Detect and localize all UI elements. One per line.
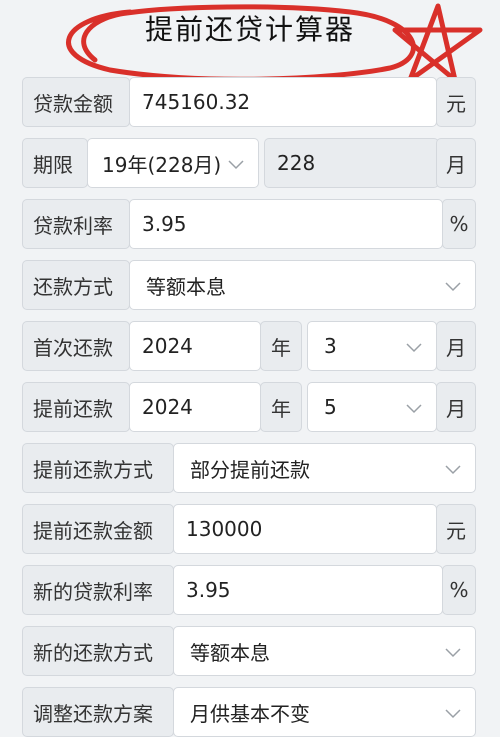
prepay-method-select[interactable]: 部分提前还款 xyxy=(173,443,476,493)
loan-amount-value: 745160.32 xyxy=(142,90,251,114)
new-rate-unit: % xyxy=(442,565,476,615)
repay-method-select[interactable]: 等额本息 xyxy=(129,260,476,310)
first-repay-month-unit: 月 xyxy=(436,321,476,371)
new-rate-input[interactable]: 3.95 xyxy=(173,565,443,615)
loan-amount-unit: 元 xyxy=(436,77,476,127)
prepay-year-value: 2024 xyxy=(142,395,193,419)
loan-amount-input[interactable]: 745160.32 xyxy=(129,77,437,127)
row-prepay-date: 提前还款 2024 年 5 月 xyxy=(22,382,476,432)
chevron-down-icon xyxy=(445,465,461,475)
prepay-amount-label: 提前还款金额 xyxy=(22,504,174,554)
row-adjust-plan: 调整还款方案 月供基本不变 xyxy=(22,687,476,737)
row-new-rate: 新的贷款利率 3.95 % xyxy=(22,565,476,615)
new-method-value: 等额本息 xyxy=(190,640,270,665)
chevron-down-icon xyxy=(406,343,422,353)
new-rate-label: 新的贷款利率 xyxy=(22,565,174,615)
chevron-down-icon xyxy=(228,160,244,170)
chevron-down-icon xyxy=(406,404,422,414)
rate-label: 贷款利率 xyxy=(22,199,130,249)
repay-method-label: 还款方式 xyxy=(22,260,130,310)
new-rate-value: 3.95 xyxy=(186,578,231,602)
rate-value: 3.95 xyxy=(142,212,187,236)
prepay-amount-unit: 元 xyxy=(436,504,476,554)
term-unit: 月 xyxy=(436,138,476,188)
prepay-year-input[interactable]: 2024 xyxy=(129,382,261,432)
prepay-method-value: 部分提前还款 xyxy=(190,457,310,482)
prepay-amount-input[interactable]: 130000 xyxy=(173,504,437,554)
chevron-down-icon xyxy=(445,709,461,719)
loan-amount-label: 贷款金额 xyxy=(22,77,130,127)
term-select-value: 19年(228月) xyxy=(102,152,222,177)
prepay-month-unit: 月 xyxy=(436,382,476,432)
first-repay-month-select[interactable]: 3 xyxy=(307,321,437,371)
row-first-repay: 首次还款 2024 年 3 月 xyxy=(22,321,476,371)
repay-method-value: 等额本息 xyxy=(146,274,226,299)
adjust-plan-value: 月供基本不变 xyxy=(190,701,310,726)
term-label: 期限 xyxy=(22,138,88,188)
chevron-down-icon xyxy=(445,648,461,658)
row-repay-method: 还款方式 等额本息 xyxy=(22,260,476,310)
row-loan-amount: 贷款金额 745160.32 元 xyxy=(22,77,476,127)
new-method-label: 新的还款方式 xyxy=(22,626,174,676)
prepay-amount-value: 130000 xyxy=(186,517,263,541)
adjust-plan-label: 调整还款方案 xyxy=(22,687,174,737)
row-prepay-amount: 提前还款金额 130000 元 xyxy=(22,504,476,554)
first-repay-year-input[interactable]: 2024 xyxy=(129,321,261,371)
row-new-method: 新的还款方式 等额本息 xyxy=(22,626,476,676)
rate-input[interactable]: 3.95 xyxy=(129,199,443,249)
row-rate: 贷款利率 3.95 % xyxy=(22,199,476,249)
rate-unit: % xyxy=(442,199,476,249)
prepay-date-label: 提前还款 xyxy=(22,382,130,432)
prepay-month-value: 5 xyxy=(324,395,337,419)
first-repay-label: 首次还款 xyxy=(22,321,130,371)
prepay-month-select[interactable]: 5 xyxy=(307,382,437,432)
first-repay-year-unit: 年 xyxy=(260,321,302,371)
term-months-value: 228 xyxy=(277,151,316,175)
term-months-input[interactable]: 228 xyxy=(264,138,439,188)
term-select[interactable]: 19年(228月) xyxy=(87,138,259,188)
prepay-method-label: 提前还款方式 xyxy=(22,443,174,493)
first-repay-month-value: 3 xyxy=(324,334,337,358)
first-repay-year-value: 2024 xyxy=(142,334,193,358)
row-prepay-method: 提前还款方式 部分提前还款 xyxy=(22,443,476,493)
chevron-down-icon xyxy=(445,282,461,292)
adjust-plan-select[interactable]: 月供基本不变 xyxy=(173,687,476,737)
prepay-year-unit: 年 xyxy=(260,382,302,432)
row-term: 期限 19年(228月) 228 月 xyxy=(22,138,476,188)
new-method-select[interactable]: 等额本息 xyxy=(173,626,476,676)
